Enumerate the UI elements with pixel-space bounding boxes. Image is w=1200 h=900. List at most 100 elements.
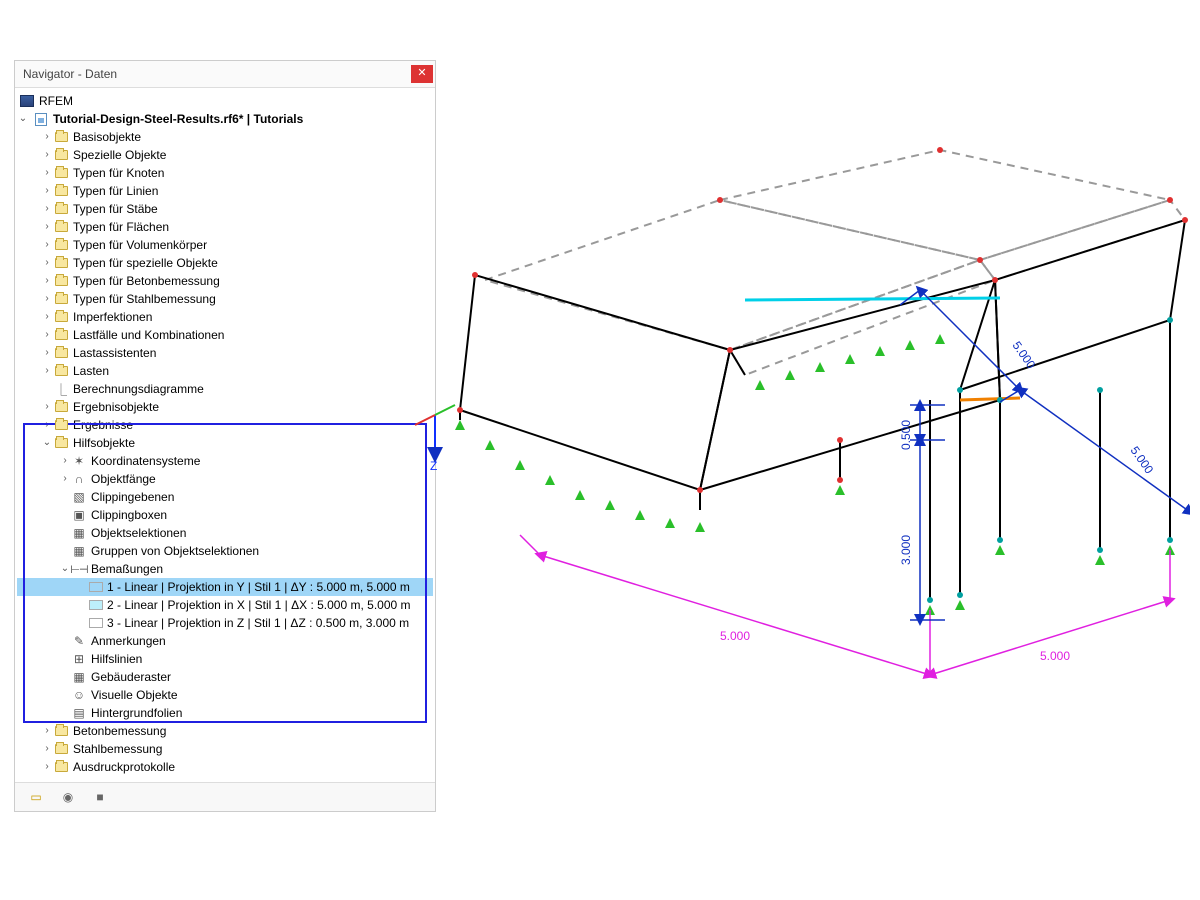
folder-icon bbox=[53, 328, 69, 342]
tree-item-typen-volumen[interactable]: ›Typen für Volumenkörper bbox=[17, 236, 433, 254]
tree-item-gebaeuderaster[interactable]: ▦Gebäuderaster bbox=[17, 668, 433, 686]
chevron-right-icon[interactable]: › bbox=[41, 128, 53, 146]
tree-item-typen-spezielle[interactable]: ›Typen für spezielle Objekte bbox=[17, 254, 433, 272]
chevron-right-icon[interactable]: › bbox=[41, 272, 53, 290]
file-node[interactable]: ⌄ Tutorial-Design-Steel-Results.rf6* | T… bbox=[17, 110, 433, 128]
tree-item-ergebnisobjekte[interactable]: ›Ergebnisobjekte bbox=[17, 398, 433, 416]
tree-item-basisobjekte[interactable]: ›Basisobjekte bbox=[17, 128, 433, 146]
chevron-right-icon[interactable]: › bbox=[41, 290, 53, 308]
tab-view-icon[interactable]: ◉ bbox=[57, 789, 79, 805]
folder-icon bbox=[53, 436, 69, 450]
chevron-right-icon[interactable]: › bbox=[41, 362, 53, 380]
dimension-icon: ⊢⊣ bbox=[71, 562, 87, 576]
dim-value: 3.000 bbox=[899, 535, 913, 565]
doc-icon bbox=[33, 112, 49, 126]
tree-item-imperfektionen[interactable]: ›Imperfektionen bbox=[17, 308, 433, 326]
tree-item-typen-stahl[interactable]: ›Typen für Stahlbemessung bbox=[17, 290, 433, 308]
chevron-right-icon[interactable]: › bbox=[41, 164, 53, 182]
chevron-right-icon[interactable]: › bbox=[41, 740, 53, 758]
chevron-right-icon[interactable]: › bbox=[41, 326, 53, 344]
close-button[interactable]: ✕ bbox=[411, 65, 433, 83]
tree-item-clippingebenen[interactable]: ▧Clippingebenen bbox=[17, 488, 433, 506]
tree-item-typen-beton[interactable]: ›Typen für Betonbemessung bbox=[17, 272, 433, 290]
folder-icon bbox=[53, 130, 69, 144]
folder-icon bbox=[53, 310, 69, 324]
color-swatch bbox=[89, 600, 103, 610]
folder-icon bbox=[53, 760, 69, 774]
folder-icon bbox=[53, 724, 69, 738]
chevron-right-icon[interactable]: › bbox=[41, 344, 53, 362]
tree-item-lastfaelle[interactable]: ›Lastfälle und Kombinationen bbox=[17, 326, 433, 344]
app-icon bbox=[19, 94, 35, 108]
color-swatch bbox=[89, 582, 103, 592]
layer-icon: ▤ bbox=[71, 706, 87, 720]
folder-icon bbox=[53, 166, 69, 180]
tree-item-hilfslinien[interactable]: ⊞Hilfslinien bbox=[17, 650, 433, 668]
tree-item-typen-flaechen[interactable]: ›Typen für Flächen bbox=[17, 218, 433, 236]
tree-item-anmerkungen[interactable]: ✎Anmerkungen bbox=[17, 632, 433, 650]
tree-item-betonbemessung[interactable]: ›Betonbemessung bbox=[17, 722, 433, 740]
grid-icon: ▦ bbox=[71, 670, 87, 684]
chevron-down-icon[interactable]: ⌄ bbox=[41, 434, 53, 452]
chevron-right-icon[interactable]: › bbox=[41, 758, 53, 776]
tree-item-hintergrund[interactable]: ▤Hintergrundfolien bbox=[17, 704, 433, 722]
folder-icon bbox=[53, 220, 69, 234]
tree-item-bemassung2[interactable]: 2 - Linear | Projektion in X | Stil 1 | … bbox=[17, 596, 433, 614]
tree-item-ausdruck[interactable]: ›Ausdruckprotokolle bbox=[17, 758, 433, 776]
axes-icon: ✶ bbox=[71, 454, 87, 468]
chevron-right-icon[interactable]: › bbox=[41, 182, 53, 200]
tree-item-visuelle[interactable]: ☺Visuelle Objekte bbox=[17, 686, 433, 704]
panel-footer-tabs: ▭ ◉ ■ bbox=[15, 782, 435, 811]
dim-value: 5.000 bbox=[1040, 649, 1070, 663]
tree-item-koordinatensysteme[interactable]: ›✶Koordinatensysteme bbox=[17, 452, 433, 470]
tree-item-clippingboxen[interactable]: ▣Clippingboxen bbox=[17, 506, 433, 524]
chevron-right-icon[interactable]: › bbox=[41, 416, 53, 434]
chevron-right-icon[interactable]: › bbox=[41, 254, 53, 272]
tree-item-typen-knoten[interactable]: ›Typen für Knoten bbox=[17, 164, 433, 182]
folder-icon bbox=[53, 346, 69, 360]
chevron-right-icon[interactable]: › bbox=[41, 398, 53, 416]
dim-value: 5.000 bbox=[1128, 444, 1157, 477]
tree-item-lastassistenten[interactable]: ›Lastassistenten bbox=[17, 344, 433, 362]
tree-item-stahlbemessung[interactable]: ›Stahlbemessung bbox=[17, 740, 433, 758]
chevron-right-icon[interactable]: › bbox=[41, 308, 53, 326]
person-icon: ☺ bbox=[71, 688, 87, 702]
tree-item-bemassung3[interactable]: 3 - Linear | Projektion in Z | Stil 1 | … bbox=[17, 614, 433, 632]
tree-item-objektselektionen[interactable]: ▦Objektselektionen bbox=[17, 524, 433, 542]
chevron-right-icon[interactable]: › bbox=[41, 218, 53, 236]
tree-item-typen-linien[interactable]: ›Typen für Linien bbox=[17, 182, 433, 200]
folder-icon bbox=[53, 274, 69, 288]
tree-item-objektfaenge[interactable]: ›∩Objektfänge bbox=[17, 470, 433, 488]
chevron-right-icon[interactable]: › bbox=[41, 200, 53, 218]
tab-data-icon[interactable]: ▭ bbox=[25, 789, 47, 805]
navigator-panel: Navigator - Daten ✕ RFEM ⌄ Tutorial-Desi… bbox=[14, 60, 436, 812]
tree-item-lasten[interactable]: ›Lasten bbox=[17, 362, 433, 380]
plane-icon: ▧ bbox=[71, 490, 87, 504]
tree-item-spezielle[interactable]: ›Spezielle Objekte bbox=[17, 146, 433, 164]
selection-icon: ▦ bbox=[71, 526, 87, 540]
dim-value: 5.000 bbox=[1010, 339, 1039, 372]
chevron-right-icon[interactable]: › bbox=[41, 722, 53, 740]
folder-icon bbox=[53, 364, 69, 378]
chevron-right-icon[interactable]: › bbox=[41, 146, 53, 164]
tree-item-gruppen[interactable]: ▦Gruppen von Objektselektionen bbox=[17, 542, 433, 560]
dim-value: 5.000 bbox=[720, 629, 750, 643]
tree-item-berechdiagramme[interactable]: ⎿Berechnungsdiagramme bbox=[17, 380, 433, 398]
chevron-right-icon[interactable]: › bbox=[59, 452, 71, 470]
group-icon: ▦ bbox=[71, 544, 87, 558]
chevron-down-icon[interactable]: ⌄ bbox=[59, 560, 71, 578]
folder-icon bbox=[53, 742, 69, 756]
chevron-right-icon[interactable]: › bbox=[41, 236, 53, 254]
box-icon: ▣ bbox=[71, 508, 87, 522]
tree-item-ergebnisse[interactable]: ›Ergebnisse bbox=[17, 416, 433, 434]
expander-icon[interactable]: ⌄ bbox=[17, 110, 29, 128]
panel-titlebar: Navigator - Daten ✕ bbox=[15, 61, 435, 88]
tree-item-hilfsobjekte[interactable]: ⌄Hilfsobjekte bbox=[17, 434, 433, 452]
root-rfem[interactable]: RFEM bbox=[17, 92, 433, 110]
magnet-icon: ∩ bbox=[71, 472, 87, 486]
tree-item-bemassungen[interactable]: ⌄⊢⊣Bemaßungen bbox=[17, 560, 433, 578]
chevron-right-icon[interactable]: › bbox=[59, 470, 71, 488]
tree-item-typen-staebe[interactable]: ›Typen für Stäbe bbox=[17, 200, 433, 218]
tab-views-icon[interactable]: ■ bbox=[89, 789, 111, 805]
tree-item-bemassung1[interactable]: 1 - Linear | Projektion in Y | Stil 1 | … bbox=[17, 578, 433, 596]
